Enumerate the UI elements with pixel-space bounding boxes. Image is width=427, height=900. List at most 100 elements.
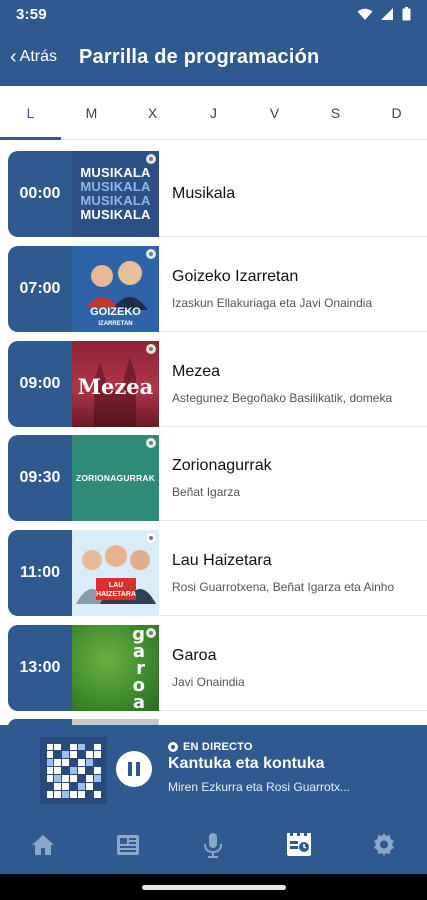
back-label: Atrás [19,48,58,65]
program-info: Lau Haizetara Rosi Guarrotxena, Beñat Ig… [159,530,427,616]
nav-news[interactable] [98,815,158,874]
battery-icon [402,7,411,21]
thumb-text: IZARRETAN [98,321,132,327]
status-time: 3:59 [16,5,47,23]
nav-podcasts[interactable] [183,815,243,874]
tab-monday[interactable]: L [0,86,61,140]
program-row[interactable]: 09:00 Mezea Mezea Astegunez Begoñako Bas… [8,341,427,427]
program-time: 07:00 [8,246,72,332]
program-info: Mezea Astegunez Begoñako Basilikatik, do… [159,341,427,427]
radio-icon [146,344,156,354]
thumb-text: r [136,657,145,679]
tab-thursday[interactable]: J [183,86,244,139]
radio-icon [146,628,156,638]
nav-settings[interactable] [354,815,414,874]
live-indicator: EN DIRECTO [168,741,253,753]
program-row[interactable]: 09:30 ZORIONAGURRAK Zorionagurrak Beñat … [8,435,427,521]
program-row[interactable]: 11:00 LAU HAIZETARA Lau Haizetara Rosi G… [8,530,427,616]
thumb-text: a [132,691,145,711]
page-title: Parrilla de programación [79,45,320,68]
program-time: 11:00 [8,530,72,616]
thumb-text: MUSIKALA [80,193,151,208]
tab-sunday[interactable]: D [366,86,427,139]
thumb-text: ZORIONAGURRAK [75,473,156,483]
tab-saturday[interactable]: S [305,86,366,139]
news-icon [117,834,140,855]
program-row[interactable]: 13:00 g a r o a Garoa Javi Onaindia [8,625,427,711]
program-hosts: Astegunez Begoñako Basilikatik, domeka [172,390,393,405]
now-playing-title: Kantuka eta kontuka [168,755,325,772]
hosts-photo: LAU HAIZETARA [76,545,156,604]
schedule-icon [286,832,311,856]
program-hosts: Rosi Guarrotxena, Beñat Igarza eta Ainho [172,579,395,594]
program-thumbnail-lau-haizetara: LAU HAIZETARA [72,530,159,616]
program-thumbnail-garoa: g a r o a [72,625,159,711]
program-info: Garoa Javi Onaindia [159,625,427,711]
program-thumbnail-musikala: MUSIKALA MUSIKALA MUSIKALA MUSIKALA [72,151,159,237]
thumb-text: g [132,625,145,645]
app-bar: ‹ Atrás Parrilla de programación [0,28,427,86]
wifi-icon [357,8,373,20]
program-hosts: Izaskun Ellakuriaga eta Javi Onaindia [172,295,373,310]
tab-friday[interactable]: V [244,86,305,139]
program-info: Goizeko Izarretan Izaskun Ellakuriaga et… [159,246,427,332]
nav-schedule[interactable] [269,815,329,874]
signal-icon [381,7,393,20]
nav-home[interactable] [13,815,73,874]
program-thumbnail-zorionagurrak: ZORIONAGURRAK [72,435,159,521]
program-title: Musikala [172,184,236,202]
pause-button[interactable] [116,751,152,787]
hosts-photo: GOIZEKO IZARRETAN [86,261,148,327]
radio-icon [146,154,156,164]
program-hosts: Javi Onaindia [172,674,245,689]
now-playing-subtitle: Miren Ezkurra eta Rosi Guarrotx... [168,780,351,794]
system-navigation-bar [0,874,427,900]
now-playing-cover [40,737,107,804]
program-title: Lau Haizetara [172,551,272,569]
home-gesture-pill[interactable] [141,884,286,890]
radio-icon [146,249,156,259]
thumb-text: MUSIKALA [80,207,151,222]
thumb-text: a [132,640,145,662]
program-title: Goizeko Izarretan [172,267,299,285]
radio-icon [146,438,156,448]
thumb-text: MUSIKALA [80,179,151,194]
program-row[interactable]: 07:00 GOIZEKO IZARRETAN Goizeko Izarreta… [8,246,427,332]
thumb-text: MUSIKALA [80,165,151,180]
back-button[interactable]: ‹ Atrás [0,28,57,86]
thumb-text: GOIZEKO [90,306,141,318]
program-row[interactable]: 00:00 MUSIKALA MUSIKALA MUSIKALA MUSIKAL… [8,151,427,237]
program-thumbnail-mezea: Mezea [72,341,159,427]
day-tabs: L M X J V S D [0,86,427,140]
program-time: 13:00 [8,625,72,711]
thumb-text: LAU [109,582,123,589]
chevron-left-icon: ‹ [10,46,17,68]
program-list[interactable]: 00:00 MUSIKALA MUSIKALA MUSIKALA MUSIKAL… [0,141,427,725]
bottom-nav [0,815,427,874]
microphone-icon [204,832,223,858]
program-info: Musikala [159,151,427,237]
now-playing-bar[interactable]: EN DIRECTO Kantuka eta kontuka Miren Ezk… [0,725,427,815]
program-time: 09:30 [8,435,72,521]
program-title: Garoa [172,646,217,664]
program-thumbnail-goizeko: GOIZEKO IZARRETAN [72,246,159,332]
program-title: Mezea [172,362,221,380]
status-icons [357,7,411,21]
radio-icon [146,533,156,543]
thumb-text: HAIZETARA [96,591,136,598]
live-dot-icon [168,742,178,752]
program-info: Zorionagurrak Beñat Igarza [159,435,427,521]
home-icon [31,834,54,855]
tab-wednesday[interactable]: X [122,86,183,139]
status-bar: 3:59 [0,0,427,28]
live-label: EN DIRECTO [183,741,253,753]
pause-icon [128,762,140,776]
tab-tuesday[interactable]: M [61,86,122,139]
program-time: 09:00 [8,341,72,427]
thumb-text: o [132,674,145,696]
thumb-text: Mezea [77,373,154,399]
program-hosts: Beñat Igarza [172,484,241,499]
program-title: Zorionagurrak [172,456,272,474]
settings-icon [374,832,395,856]
program-time: 00:00 [8,151,72,237]
